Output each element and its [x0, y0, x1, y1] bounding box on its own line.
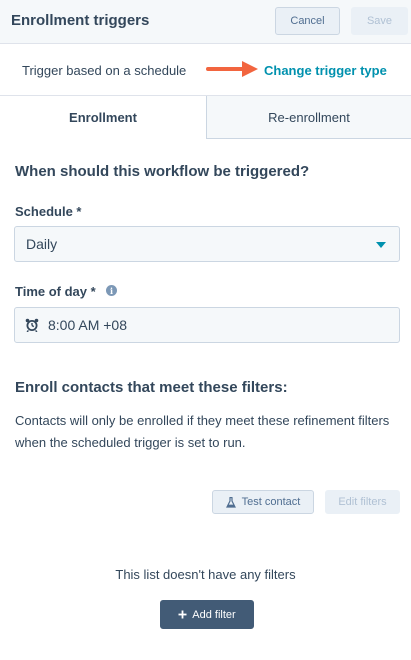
- empty-filters-message: This list doesn't have any filters: [115, 567, 296, 582]
- schedule-label: Schedule *: [15, 204, 82, 219]
- tab-enrollment[interactable]: Enrollment: [0, 96, 207, 139]
- edit-filters-button[interactable]: Edit filters: [325, 490, 400, 514]
- arrow-right-icon: [206, 61, 258, 77]
- add-filter-button[interactable]: Add filter: [160, 600, 254, 629]
- panel-header: Enrollment triggers Cancel Save: [0, 0, 411, 44]
- test-contact-label: Test contact: [241, 496, 301, 508]
- info-icon[interactable]: i: [106, 285, 117, 296]
- save-button[interactable]: Save: [351, 7, 408, 35]
- schedule-dropdown[interactable]: Daily: [14, 226, 400, 262]
- time-of-day-label: Time of day *: [15, 284, 96, 299]
- time-of-day-input[interactable]: 8:00 AM +08: [14, 307, 400, 343]
- alarm-clock-icon: [25, 318, 39, 332]
- change-trigger-type-link[interactable]: Change trigger type: [264, 63, 387, 78]
- trigger-type-label: Trigger based on a schedule: [22, 63, 187, 78]
- filters-heading: Enroll contacts that meet these filters:: [15, 379, 288, 396]
- caret-down-icon: [376, 242, 386, 248]
- flask-icon: [225, 496, 236, 508]
- filters-description: Contacts will only be enrolled if they m…: [15, 413, 390, 450]
- tab-re-enrollment[interactable]: Re-enrollment: [207, 96, 411, 139]
- trigger-tabs: Enrollment Re-enrollment: [0, 96, 411, 139]
- cancel-button[interactable]: Cancel: [275, 7, 340, 35]
- trigger-question-heading: When should this workflow be triggered?: [15, 163, 310, 180]
- add-filter-label: Add filter: [192, 608, 236, 621]
- panel-title: Enrollment triggers: [11, 12, 150, 29]
- time-of-day-value: 8:00 AM +08: [48, 317, 128, 333]
- plus-icon: [178, 610, 187, 619]
- test-contact-button[interactable]: Test contact: [212, 490, 314, 514]
- schedule-value: Daily: [26, 236, 58, 252]
